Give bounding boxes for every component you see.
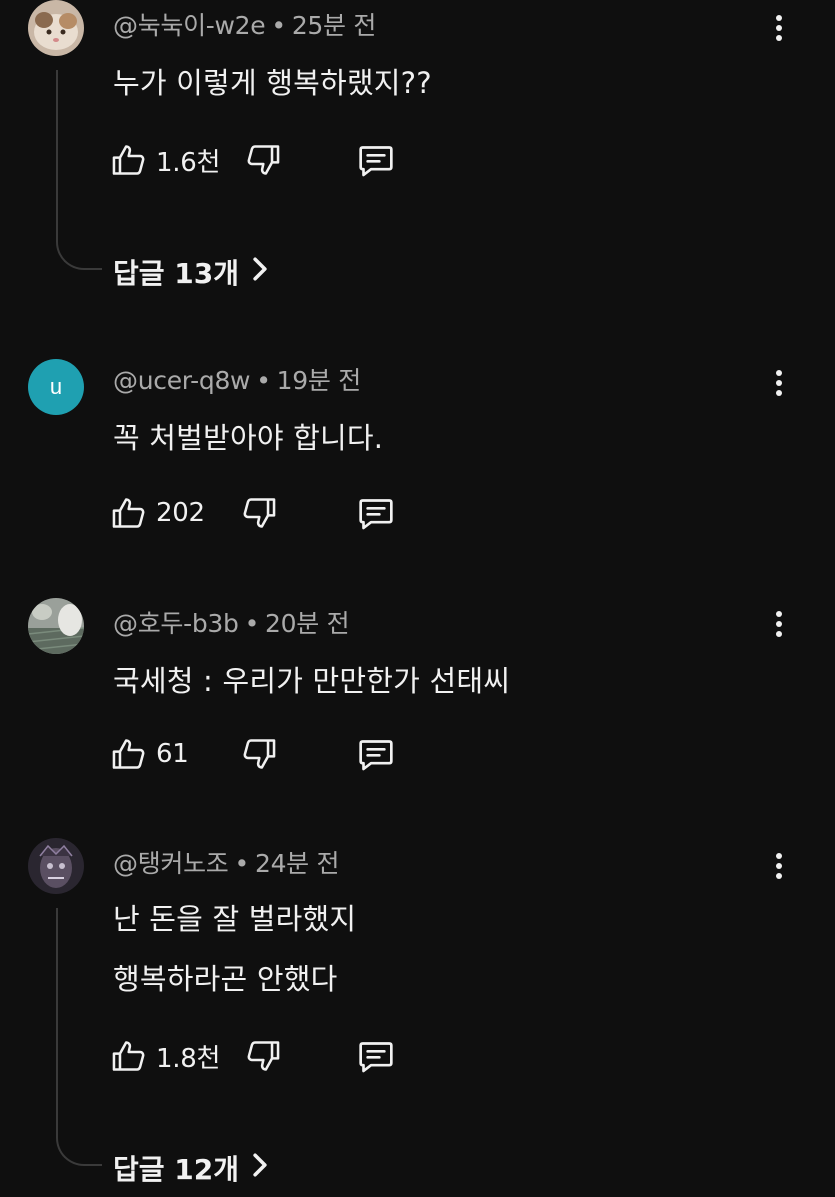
meta-separator: • xyxy=(234,849,250,878)
more-vertical-icon xyxy=(776,15,782,21)
character-photo-avatar-icon xyxy=(28,838,84,894)
avatar-letter: u xyxy=(49,374,63,399)
thumbs-down-icon xyxy=(243,739,276,769)
more-options-button[interactable] xyxy=(764,8,794,48)
comment-text-line-2: 행복하라곤 안했다 xyxy=(113,962,338,996)
meta-separator: • xyxy=(256,366,271,395)
like-count: 1.8천 xyxy=(156,1043,221,1074)
comment-author[interactable]: @탱커노조 xyxy=(113,849,229,878)
more-vertical-icon xyxy=(776,370,782,376)
thread-connector xyxy=(56,70,102,270)
chevron-right-icon xyxy=(251,1152,269,1185)
comment-time[interactable]: 24분 전 xyxy=(255,849,340,878)
like-count: 202 xyxy=(156,498,205,528)
dislike-button[interactable] xyxy=(244,138,282,182)
comment-time[interactable]: 25분 전 xyxy=(292,11,377,40)
comment-time[interactable]: 20분 전 xyxy=(265,609,350,638)
like-button[interactable]: 1.8천 xyxy=(110,1034,220,1078)
thumbs-up-icon xyxy=(112,498,145,528)
comment-text: 국세청 : 우리가 만만한가 선태씨 xyxy=(113,664,511,698)
more-options-button[interactable] xyxy=(764,846,794,886)
thumbs-up-icon xyxy=(112,1041,145,1071)
reply-comment-icon xyxy=(359,1042,393,1073)
reply-comment-icon xyxy=(359,499,393,530)
view-replies-button[interactable]: 답글 13개 xyxy=(113,252,269,292)
replies-label: 답글 12개 xyxy=(113,1153,239,1186)
more-options-button[interactable] xyxy=(764,363,794,403)
avatar[interactable] xyxy=(28,598,84,654)
comment-meta: @탱커노조 • 24분 전 xyxy=(113,844,340,880)
comment-text-line-1: 난 돈을 잘 벌라했지 xyxy=(113,902,357,936)
reply-button[interactable] xyxy=(356,491,396,535)
comment-text: 누가 이렇게 행복하랬지?? xyxy=(113,66,432,100)
more-vertical-icon xyxy=(776,611,782,617)
dislike-button[interactable] xyxy=(244,1034,282,1078)
reply-button[interactable] xyxy=(356,138,396,182)
reply-button[interactable] xyxy=(356,732,396,776)
pet-photo-avatar-icon xyxy=(28,598,84,654)
dislike-button[interactable] xyxy=(240,491,278,535)
avatar[interactable]: u xyxy=(28,359,84,415)
thumbs-down-icon xyxy=(243,498,276,528)
thumbs-down-icon xyxy=(247,1041,280,1071)
view-replies-button[interactable]: 답글 12개 xyxy=(113,1148,269,1188)
like-count: 61 xyxy=(156,739,189,769)
comment-time[interactable]: 19분 전 xyxy=(277,366,362,395)
like-button[interactable]: 202 xyxy=(110,491,205,535)
comment-meta: @눅눅이-w2e • 25분 전 xyxy=(113,6,376,42)
replies-label: 답글 13개 xyxy=(113,257,239,290)
comment-author[interactable]: @눅눅이-w2e xyxy=(113,11,266,40)
cat-photo-avatar-icon xyxy=(28,0,84,56)
thread-connector xyxy=(56,908,102,1166)
reply-comment-icon xyxy=(359,740,393,771)
like-count: 1.6천 xyxy=(156,147,221,178)
thumbs-up-icon xyxy=(112,145,145,175)
meta-separator: • xyxy=(244,609,260,638)
dislike-button[interactable] xyxy=(240,732,278,776)
avatar[interactable] xyxy=(28,0,84,56)
meta-separator: • xyxy=(271,11,286,40)
comment-text: 꼭 처벌받아야 합니다. xyxy=(113,421,384,455)
comment-meta: @ucer-q8w • 19분 전 xyxy=(113,361,361,397)
more-vertical-icon xyxy=(776,853,782,859)
thumbs-down-icon xyxy=(247,145,280,175)
comment-meta: @호두-b3b • 20분 전 xyxy=(113,604,350,640)
chevron-right-icon xyxy=(251,256,269,289)
comment-author[interactable]: @ucer-q8w xyxy=(113,366,251,395)
more-options-button[interactable] xyxy=(764,604,794,644)
thumbs-up-icon xyxy=(112,739,145,769)
reply-button[interactable] xyxy=(356,1034,396,1078)
like-button[interactable]: 61 xyxy=(110,732,189,776)
avatar[interactable] xyxy=(28,838,84,894)
like-button[interactable]: 1.6천 xyxy=(110,138,220,182)
reply-comment-icon xyxy=(359,146,393,177)
comment-author[interactable]: @호두-b3b xyxy=(113,609,239,638)
